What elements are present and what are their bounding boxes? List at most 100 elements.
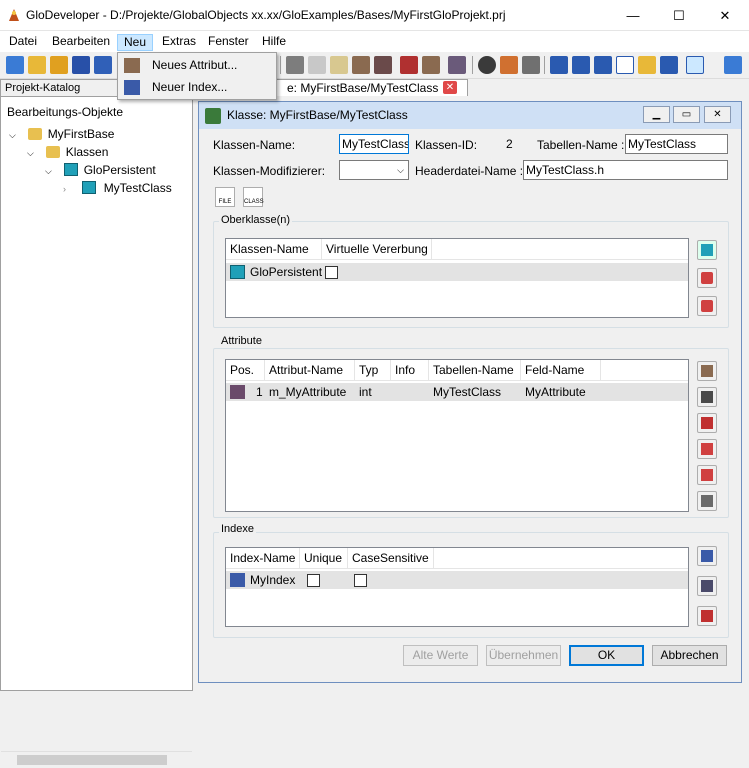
delete-icon[interactable]	[400, 56, 418, 74]
klassen-name-input[interactable]: MyTestClass	[339, 134, 409, 154]
open-folder-icon[interactable]	[28, 56, 46, 74]
virtual-inheritance-checkbox[interactable]	[325, 266, 338, 279]
move-up-button[interactable]	[697, 268, 717, 288]
dialog-close-button[interactable]: ✕	[704, 106, 731, 123]
chevron-right-icon[interactable]: ›	[63, 180, 73, 198]
window-list-icon[interactable]	[660, 56, 678, 74]
new-icon[interactable]	[6, 56, 24, 74]
dialog-maximize-button[interactable]: ▭	[673, 106, 700, 123]
edit-attribute-button[interactable]	[697, 387, 717, 407]
tools-icon[interactable]	[522, 56, 540, 74]
index-tool-icon[interactable]	[448, 56, 466, 74]
maximize-button[interactable]: ☐	[656, 0, 702, 31]
table-row[interactable]: GloPersistent	[226, 263, 688, 281]
grid-icon[interactable]	[500, 56, 518, 74]
menu-bearbeiten[interactable]: Bearbeiten	[46, 34, 116, 51]
book-icon[interactable]	[724, 56, 742, 74]
headerdatei-input[interactable]: MyTestClass.h	[523, 160, 728, 180]
column-header[interactable]: Feld-Name	[521, 360, 601, 381]
toolbar-separator	[544, 56, 545, 74]
add-index-button[interactable]	[697, 546, 717, 566]
klassen-name-label: Klassen-Name:	[213, 138, 296, 152]
add-index-icon	[701, 550, 713, 562]
tree-item-klassen[interactable]: ⌵ Klassen	[27, 143, 189, 161]
column-header[interactable]: Virtuelle Vererbung	[322, 239, 432, 260]
column-header[interactable]: Pos.	[226, 360, 265, 381]
chevron-down-icon[interactable]: ⌵	[9, 126, 19, 144]
delete-attribute-icon[interactable]	[374, 56, 392, 74]
menu-fenster[interactable]: Fenster	[202, 34, 255, 51]
attribute-up-button[interactable]	[697, 439, 717, 459]
paste-icon[interactable]	[330, 56, 348, 74]
column-header[interactable]: Typ	[355, 360, 391, 381]
window-tile-icon[interactable]	[572, 56, 590, 74]
save-all-icon[interactable]	[94, 56, 112, 74]
tree-item-mytestclass[interactable]: › MyTestClass	[63, 179, 189, 197]
tree-item-glopersistent[interactable]: ⌵ GloPersistent	[45, 161, 189, 179]
file-button[interactable]: FILE	[215, 187, 235, 207]
dialog-minimize-button[interactable]: ▁	[643, 106, 670, 123]
remove-superclass-button[interactable]	[697, 296, 717, 316]
close-tab-icon[interactable]: ✕	[443, 81, 457, 94]
globe-icon[interactable]	[478, 56, 496, 74]
column-header[interactable]: Info	[391, 360, 429, 381]
menu-neu[interactable]: Neu	[117, 34, 154, 51]
attribute-tool-icon[interactable]	[352, 56, 370, 74]
abbrechen-button[interactable]: Abbrechen	[652, 645, 727, 666]
attribute-down-button[interactable]	[697, 465, 717, 485]
modifizierer-select[interactable]: ⌵	[339, 160, 409, 180]
file-icon-label: FILE	[218, 199, 232, 205]
ok-button[interactable]: OK	[569, 645, 644, 666]
delete-index-button[interactable]	[697, 606, 717, 626]
minimize-button[interactable]: —	[610, 0, 656, 31]
table-header: Index-Name Unique CaseSensitive	[226, 548, 688, 569]
add-superclass-button[interactable]	[697, 240, 717, 260]
attribute-sort-button[interactable]	[697, 491, 717, 511]
attribute-label: Attribute	[219, 335, 264, 347]
class-button[interactable]: CLASS	[243, 187, 264, 207]
unique-checkbox[interactable]	[307, 574, 320, 587]
column-header[interactable]: CaseSensitive	[348, 548, 434, 569]
copy-icon[interactable]	[308, 56, 326, 74]
table-row[interactable]: 1 m_MyAttribute int MyTestClass MyAttrib…	[226, 383, 688, 401]
window-single-icon[interactable]	[616, 56, 634, 74]
document-tab[interactable]: e: MyFirstBase/MyTestClass ✕	[258, 79, 468, 96]
window-new-icon[interactable]	[638, 56, 656, 74]
chevron-down-icon[interactable]: ⌵	[27, 144, 37, 162]
delete-attribute-button[interactable]	[697, 413, 717, 433]
save-icon[interactable]	[72, 56, 90, 74]
open-project-icon[interactable]	[50, 56, 68, 74]
scrollbar-thumb[interactable]	[17, 755, 167, 765]
menu-item-neuer-index[interactable]: Neuer Index...	[120, 77, 274, 98]
window-cascade-icon[interactable]	[550, 56, 568, 74]
column-header[interactable]: Attribut-Name	[265, 360, 355, 381]
add-attribute-button[interactable]	[697, 361, 717, 381]
uebernehmen-button[interactable]: Übernehmen	[486, 645, 561, 666]
panel-toggle-icon[interactable]	[686, 56, 704, 74]
attribute-field-name: MyAttribute	[525, 385, 586, 399]
delete-index-icon	[701, 610, 713, 622]
tree-item-myfirstbase[interactable]: ⌵ MyFirstBase	[9, 125, 189, 143]
window-split-icon[interactable]	[594, 56, 612, 74]
column-header[interactable]: Unique	[300, 548, 348, 569]
alte-werte-button[interactable]: Alte Werte	[403, 645, 478, 666]
index-icon	[124, 80, 140, 95]
cut-icon[interactable]	[286, 56, 304, 74]
menu-datei[interactable]: Datei	[3, 34, 43, 51]
table-row[interactable]: MyIndex	[226, 571, 688, 589]
edit-index-icon	[701, 580, 713, 592]
column-header[interactable]: Klassen-Name	[226, 239, 322, 260]
column-header[interactable]: Index-Name	[226, 548, 300, 569]
menu-extras[interactable]: Extras	[156, 34, 202, 51]
menu-item-label: Neues Attribut...	[152, 58, 238, 72]
menu-item-neues-attribut[interactable]: Neues Attribut...	[120, 55, 274, 76]
menu-hilfe[interactable]: Hilfe	[256, 34, 292, 51]
horizontal-scrollbar[interactable]	[1, 751, 192, 768]
case-sensitive-checkbox[interactable]	[354, 574, 367, 587]
edit-attribute-icon[interactable]	[422, 56, 440, 74]
chevron-down-icon[interactable]: ⌵	[45, 162, 55, 180]
column-header[interactable]: Tabellen-Name	[429, 360, 521, 381]
edit-index-button[interactable]	[697, 576, 717, 596]
tabellen-name-input[interactable]: MyTestClass	[625, 134, 728, 154]
close-button[interactable]: ✕	[702, 0, 748, 31]
